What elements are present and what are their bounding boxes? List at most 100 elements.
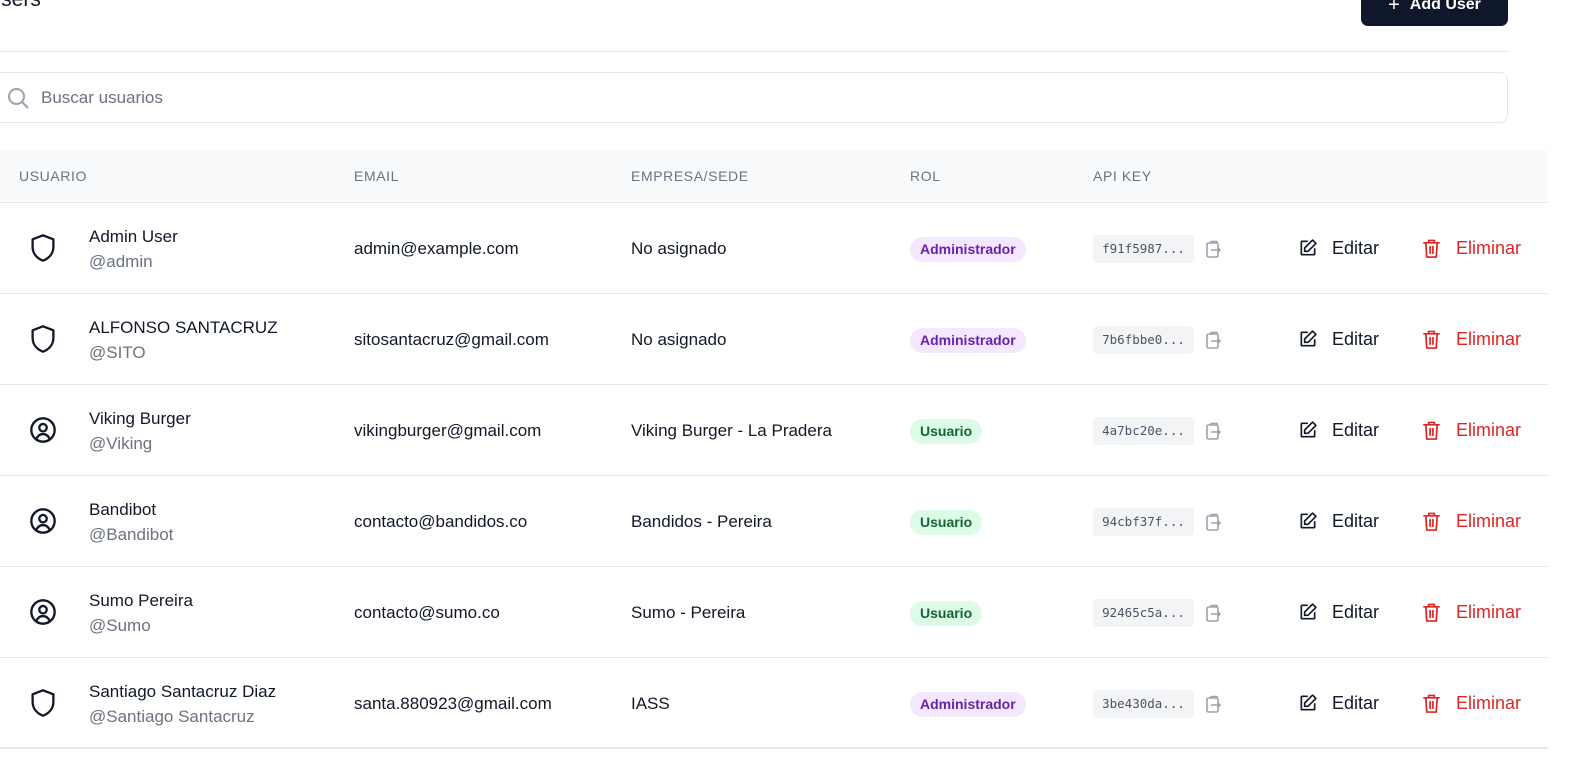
role-badge: Administrador [910, 692, 1026, 717]
api-key-value: f91f5987... [1093, 235, 1194, 263]
table-row: ALFONSO SANTACRUZ @SITO sitosantacruz@gmai… [0, 294, 1548, 385]
trash-icon [1422, 420, 1441, 441]
plus-icon: + [1388, 0, 1400, 16]
user-email: santa.880923@gmail.com [354, 694, 552, 713]
delete-label: Eliminar [1456, 602, 1522, 622]
edit-button[interactable]: Editar [1298, 600, 1379, 624]
column-header-rol: ROL [910, 168, 941, 184]
user-handle: @Bandibot [89, 525, 174, 544]
user-handle: @SITO [89, 343, 146, 362]
api-key-value: 94cbf37f... [1093, 508, 1194, 536]
edit-button[interactable]: Editar [1298, 509, 1379, 533]
edit-icon [1298, 602, 1318, 622]
copy-api-key-icon[interactable] [1205, 421, 1223, 441]
column-header-usuario: USUARIO [19, 168, 87, 184]
search-icon [8, 87, 29, 108]
edit-label: Editar [1332, 238, 1380, 258]
user-name: Bandibot [89, 500, 157, 519]
trash-icon [1422, 238, 1441, 259]
shield-icon [29, 233, 57, 263]
add-user-button[interactable]: + Add User [1361, 0, 1508, 26]
user-company: Sumo - Pereira [631, 603, 746, 622]
user-name: Admin User [89, 227, 178, 246]
user-company: Viking Burger - La Pradera [631, 421, 832, 440]
delete-button[interactable]: Eliminar [1422, 418, 1521, 442]
edit-icon [1298, 511, 1318, 531]
edit-icon [1298, 238, 1318, 258]
user-company: IASS [631, 694, 670, 713]
user-email: admin@example.com [354, 239, 519, 258]
role-badge: Administrador [910, 237, 1026, 262]
edit-label: Editar [1332, 602, 1380, 622]
trash-icon [1422, 602, 1441, 623]
column-header-empresa: EMPRESA/SEDE [631, 168, 749, 184]
api-key-value: 7b6fbbe0... [1093, 326, 1194, 354]
edit-label: Editar [1332, 511, 1380, 531]
delete-button[interactable]: Eliminar [1422, 509, 1521, 533]
edit-button[interactable]: Editar [1298, 236, 1379, 260]
table-header: USUARIO EMAIL EMPRESA/SEDE ROL API KEY [0, 150, 1548, 203]
api-key-value: 3be430da... [1093, 690, 1194, 718]
delete-label: Eliminar [1456, 511, 1522, 531]
user-email: contacto@bandidos.co [354, 512, 528, 531]
delete-button[interactable]: Eliminar [1422, 327, 1521, 351]
user-circle-icon [29, 597, 57, 627]
role-badge: Usuario [910, 419, 983, 444]
user-handle: @Viking [89, 434, 153, 453]
table-row: Admin User @admin admin@example.com No asig… [0, 203, 1548, 294]
role-badge: Usuario [910, 601, 983, 626]
edit-icon [1298, 420, 1318, 440]
edit-button[interactable]: Editar [1298, 418, 1379, 442]
trash-icon [1422, 329, 1441, 350]
copy-api-key-icon[interactable] [1205, 694, 1223, 714]
shield-icon [29, 324, 57, 354]
copy-api-key-icon[interactable] [1205, 512, 1223, 532]
page-title: Users [0, 0, 41, 14]
user-name: Viking Burger [89, 409, 191, 428]
edit-button[interactable]: Editar [1298, 327, 1379, 351]
edit-label: Editar [1332, 420, 1380, 440]
table-row: Bandibot @Bandibot contacto@bandidos.co Ban… [0, 476, 1548, 567]
user-circle-icon [29, 506, 57, 536]
user-company: Bandidos - Pereira [631, 512, 772, 531]
copy-api-key-icon[interactable] [1205, 239, 1223, 259]
delete-button[interactable]: Eliminar [1422, 236, 1521, 260]
table-row: Viking Burger @Viking vikingburger@gmail.c… [0, 385, 1548, 476]
api-key-value: 4a7bc20e... [1093, 417, 1194, 445]
user-circle-icon [29, 415, 57, 445]
copy-api-key-icon[interactable] [1205, 603, 1223, 623]
user-company: No asignado [631, 239, 727, 258]
delete-label: Eliminar [1456, 238, 1522, 258]
api-key-value: 92465c5a... [1093, 599, 1194, 627]
user-handle: @Santiago Santacruz [89, 707, 255, 726]
edit-button[interactable]: Editar [1298, 691, 1379, 715]
delete-label: Eliminar [1456, 420, 1522, 440]
delete-button[interactable]: Eliminar [1422, 600, 1521, 624]
delete-label: Eliminar [1456, 693, 1522, 713]
user-handle: @Sumo [89, 616, 151, 635]
edit-label: Editar [1332, 329, 1380, 349]
search-input[interactable] [41, 87, 1441, 108]
shield-icon [29, 688, 57, 718]
search-box[interactable] [0, 72, 1508, 123]
user-email: contacto@sumo.co [354, 603, 500, 622]
user-name: Santiago Santacruz Diaz [89, 682, 277, 701]
trash-icon [1422, 693, 1441, 714]
trash-icon [1422, 511, 1441, 532]
edit-icon [1298, 693, 1318, 713]
delete-button[interactable]: Eliminar [1422, 691, 1521, 715]
role-badge: Usuario [910, 510, 983, 535]
copy-api-key-icon[interactable] [1205, 330, 1223, 350]
header-divider [0, 51, 1508, 52]
edit-icon [1298, 329, 1318, 349]
role-badge: Administrador [910, 328, 1026, 353]
user-name: ALFONSO SANTACRUZ [89, 318, 278, 337]
table-row: Sumo Pereira @Sumo contacto@sumo.co Sumo - … [0, 567, 1548, 658]
user-name: Sumo Pereira [89, 591, 193, 610]
edit-label: Editar [1332, 693, 1380, 713]
user-handle: @admin [89, 252, 153, 271]
add-user-label: Add User [1409, 0, 1481, 13]
column-header-email: EMAIL [354, 168, 400, 184]
user-email: sitosantacruz@gmail.com [354, 330, 549, 349]
user-email: vikingburger@gmail.com [354, 421, 542, 440]
